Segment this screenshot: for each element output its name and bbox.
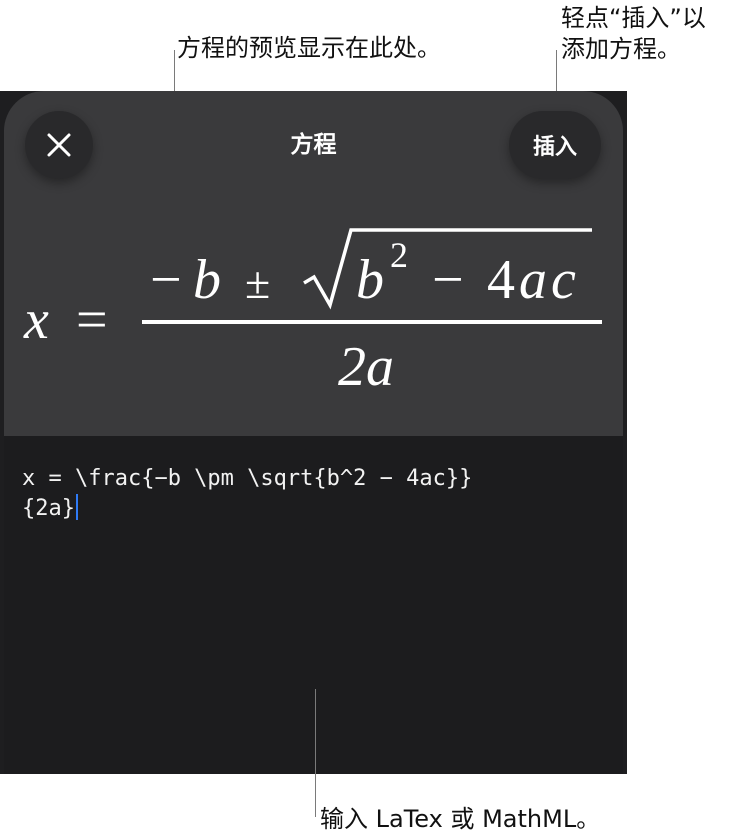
callout-input-text: 输入 LaTex 或 MathML。: [320, 805, 601, 833]
formula-fraction-bar: [142, 320, 602, 324]
formula-lhs: x: [23, 289, 49, 351]
callout-input-line: [315, 689, 316, 817]
latex-input-field[interactable]: x = \frac{−b \pm \sqrt{b^2 − 4ac}} {2a}: [22, 464, 472, 524]
latex-input-line2: {2a}: [22, 496, 75, 521]
equation-preview: x = − b ± b 2 − 4 ac 2a: [23, 228, 602, 398]
formula-radicand-minus: −: [432, 249, 464, 311]
callout-preview-text: 方程的预览显示在此处。: [177, 34, 441, 62]
formula-plus-minus: ±: [245, 257, 270, 308]
callout-insert-text-line2: 添加方程。: [561, 35, 681, 63]
formula-radicand-4: 4: [487, 249, 515, 311]
formula-b: b: [193, 249, 221, 311]
formula-radicand-b: b: [356, 249, 384, 311]
text-caret: [75, 494, 78, 520]
formula-equals: =: [76, 289, 108, 351]
callout-insert-text-line1: 轻点“插入”以: [561, 4, 706, 32]
formula-denominator: 2a: [338, 336, 394, 398]
formula-radicand-ac: ac: [519, 249, 580, 311]
formula-exponent: 2: [390, 235, 408, 275]
equation-panel: 方程 插入 x = − b ± b 2 − 4 ac 2a x = \frac{…: [0, 91, 627, 774]
latex-input-line1: x = \frac{−b \pm \sqrt{b^2 − 4ac}}: [22, 466, 473, 491]
formula-minus: −: [150, 249, 182, 311]
